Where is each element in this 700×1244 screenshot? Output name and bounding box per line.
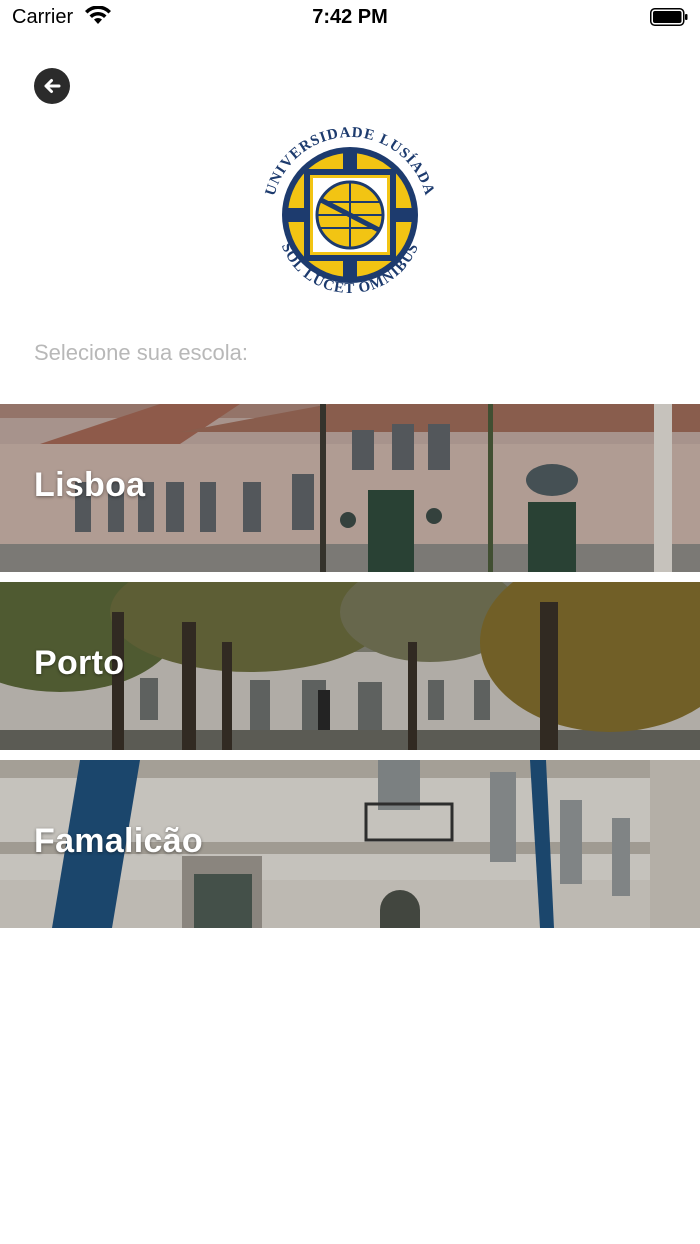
school-card-lisboa[interactable]: Lisboa [0,404,700,572]
clock: 7:42 PM [312,6,388,28]
select-school-prompt: Selecione sua escola: [34,340,249,365]
battery-icon [650,8,688,26]
school-card-famalicao[interactable]: Famalicão [0,760,700,928]
school-name-famalicao: Famalicão [34,822,203,860]
school-card-porto[interactable]: Porto [0,582,700,750]
back-button[interactable] [34,68,70,104]
university-logo: UNIVERSIDADE LUSÍADA SOL LUCET OMNIBUS [263,125,437,297]
status-bar: Carrier 7:42 PM [0,0,700,36]
school-name-lisboa: Lisboa [34,466,146,504]
arrow-left-icon [44,79,61,93]
school-name-porto: Porto [34,644,125,682]
